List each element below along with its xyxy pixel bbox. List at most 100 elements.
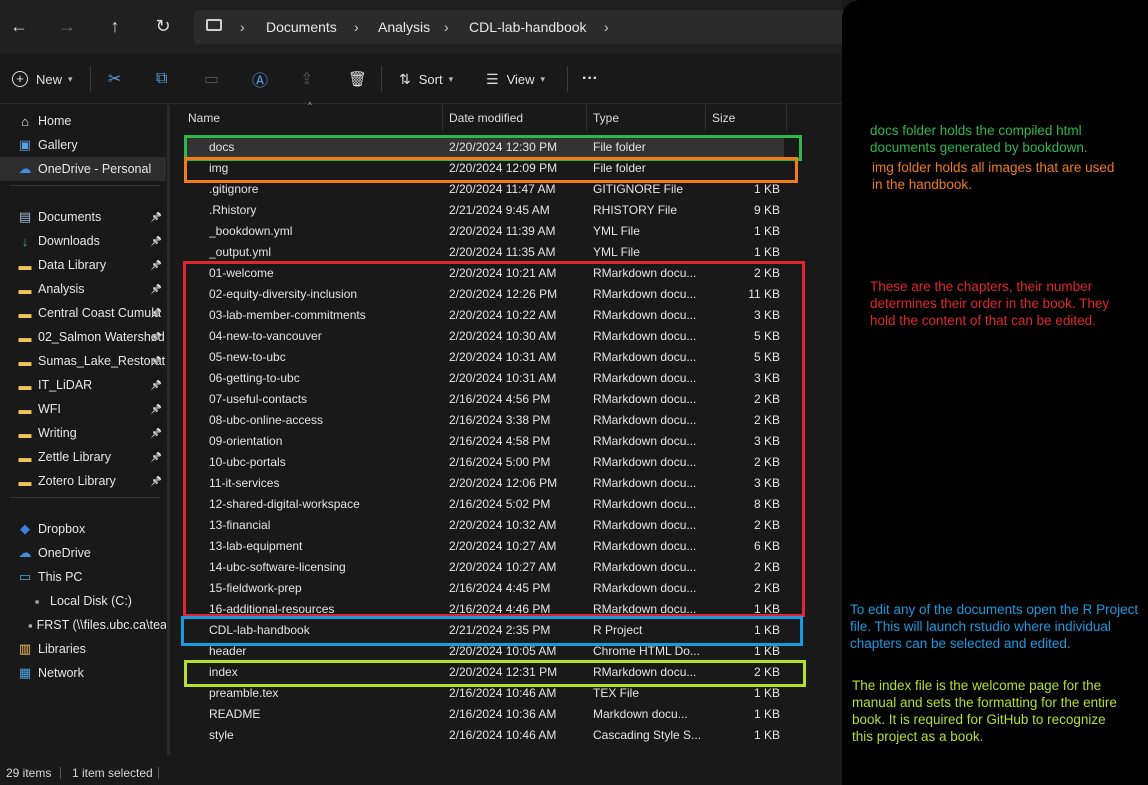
sidebar-item-writing[interactable]: ▬ Writing 📌 [0, 421, 166, 445]
sidebar-item-gallery[interactable]: ▣ Gallery [0, 133, 166, 157]
sidebar-item-02-salmon-watershed[interactable]: ▬ 02_Salmon Watershed 📌 [0, 325, 166, 349]
file-row-05-new-to-ubc[interactable]: R05-new-to-ubc2/20/2024 10:31 AMRMarkdow… [184, 347, 784, 368]
file-row-rhistory[interactable]: .Rhistory 2/21/2024 9:45 AM RHISTORY File 9… [184, 200, 784, 221]
column-header-date[interactable]: Date modified [443, 105, 587, 131]
share-button[interactable]: ⇪ [300, 65, 313, 93]
pin-icon[interactable]: 📌 [151, 332, 162, 343]
new-button[interactable]: + New ▾ [12, 65, 73, 93]
sidebar-item-dropbox[interactable]: ◆ Dropbox [0, 517, 166, 541]
paste-button[interactable]: ▭ [204, 65, 219, 93]
file-size: 2 KB [753, 392, 780, 406]
pin-icon[interactable]: 📌 [151, 308, 162, 319]
copy-button[interactable]: ⧉ [156, 65, 167, 93]
breadcrumb-cdl-lab-handbook[interactable]: CDL-lab-handbook [469, 10, 587, 44]
file-type: TEX File [593, 686, 640, 700]
sidebar-item-downloads[interactable]: ↓ Downloads 📌 [0, 229, 166, 253]
file-row-readme[interactable]: README 2/16/2024 10:36 AM Markdown docu...… [184, 704, 784, 725]
sidebar-item-network[interactable]: ▦ Network [0, 661, 166, 685]
pin-icon[interactable]: 📌 [151, 260, 162, 271]
rename-button[interactable]: Ⓐ [252, 65, 268, 93]
breadcrumb[interactable]: › Documents › Analysis › CDL-lab-handboo… [194, 10, 854, 44]
pin-icon[interactable]: 📌 [151, 476, 162, 487]
file-row-cdl-lab-handbook[interactable]: CDL-lab-handbook 2/21/2024 2:35 PM R Proje… [184, 620, 784, 641]
breadcrumb-analysis[interactable]: Analysis [378, 10, 430, 44]
sidebar-item-documents[interactable]: ▤ Documents 📌 [0, 205, 166, 229]
file-row-header[interactable]: header 2/20/2024 10:05 AM Chrome HTML Do..… [184, 641, 784, 662]
file-row-02-equity-diversity-inclusion[interactable]: R02-equity-diversity-inclusion2/20/2024 … [184, 284, 784, 305]
pin-icon[interactable]: 📌 [151, 212, 162, 223]
file-row-img[interactable]: img 2/20/2024 12:09 PM File folder [184, 158, 784, 179]
cut-button[interactable]: ✂ [108, 65, 121, 93]
file-row-12-shared-digital-workspace[interactable]: R12-shared-digital-workspace2/16/2024 5:… [184, 494, 784, 515]
sidebar-item-zettle-library[interactable]: ▬ Zettle Library 📌 [0, 445, 166, 469]
pane-divider[interactable] [167, 105, 170, 755]
file-name: README [209, 707, 261, 721]
pin-icon[interactable]: 📌 [151, 284, 162, 295]
sort-button[interactable]: ⇅ Sort ▾ [399, 65, 453, 93]
sidebar-item-onedrive-personal[interactable]: ☁ OneDrive - Personal [0, 157, 166, 181]
file-row-16-additional-resources[interactable]: R16-additional-resources2/16/2024 4:46 P… [184, 599, 784, 620]
file-type: GITIGNORE File [593, 182, 684, 196]
breadcrumb-documents[interactable]: Documents [266, 10, 337, 44]
sidebar-item-zotero-library[interactable]: ▬ Zotero Library 📌 [0, 469, 166, 493]
documents-icon: ▤ [18, 209, 32, 224]
pin-icon[interactable]: 📌 [151, 452, 162, 463]
back-button[interactable]: ← [5, 12, 33, 40]
sidebar-item-onedrive[interactable]: ☁ OneDrive [0, 541, 166, 565]
file-row-gitignore[interactable]: .gitignore 2/20/2024 11:47 AM GITIGNORE Fi… [184, 179, 784, 200]
file-row-bookdown-yml[interactable]: _bookdown.yml 2/20/2024 11:39 AM YML File 1… [184, 221, 784, 242]
file-row-15-fieldwork-prep[interactable]: R15-fieldwork-prep2/16/2024 4:45 PMRMark… [184, 578, 784, 599]
sidebar-item-libraries[interactable]: ▥ Libraries [0, 637, 166, 661]
file-name: 07-useful-contacts [209, 392, 308, 406]
file-size: 1 KB [753, 707, 780, 721]
folder-icon: ▬ [18, 353, 32, 369]
sidebar-item-wfi[interactable]: ▬ WFI 📌 [0, 397, 166, 421]
file-row-preamble-tex[interactable]: preamble.tex 2/16/2024 10:46 AM TEX File 1 … [184, 683, 784, 704]
pin-icon[interactable]: 📌 [151, 236, 162, 247]
pin-icon[interactable]: 📌 [151, 428, 162, 439]
file-row-03-lab-member-commitments[interactable]: R03-lab-member-commitments2/20/2024 10:2… [184, 305, 784, 326]
sidebar-item-sumas-lake-restorat[interactable]: ▬ Sumas_Lake_Restorat 📌 [0, 349, 166, 373]
file-row-13-lab-equipment[interactable]: R13-lab-equipment2/20/2024 10:27 AMRMark… [184, 536, 784, 557]
sidebar-item-this-pc[interactable]: ▭ This PC [0, 565, 166, 589]
sidebar-item-central-coast-cumula[interactable]: ▬ Central Coast Cumula 📌 [0, 301, 166, 325]
pin-icon[interactable]: 📌 [151, 404, 162, 415]
column-header-type[interactable]: Type [587, 105, 706, 131]
file-row-14-ubc-software-licensing[interactable]: R14-ubc-software-licensing2/20/2024 10:2… [184, 557, 784, 578]
delete-button[interactable]: 🗑 [348, 65, 367, 93]
file-type: Cascading Style S... [593, 728, 702, 742]
file-row-output-yml[interactable]: _output.yml 2/20/2024 11:35 AM YML File 1 K… [184, 242, 784, 263]
file-size: 6 KB [753, 539, 780, 553]
up-button[interactable]: ↑ [101, 12, 129, 40]
refresh-button[interactable]: ↻ [149, 12, 177, 40]
pin-icon[interactable]: 📌 [151, 380, 162, 391]
column-header-name[interactable]: Name [182, 105, 443, 131]
sidebar-item-data-library[interactable]: ▬ Data Library 📌 [0, 253, 166, 277]
file-row-09-orientation[interactable]: R09-orientation2/16/2024 4:58 PMRMarkdow… [184, 431, 784, 452]
view-button[interactable]: ☰ View ▾ [486, 65, 545, 93]
file-row-04-new-to-vancouver[interactable]: R04-new-to-vancouver2/20/2024 10:30 AMRM… [184, 326, 784, 347]
forward-button[interactable]: → [53, 12, 81, 40]
sidebar-item-home[interactable]: ⌂ Home [0, 109, 166, 133]
file-size: 2 KB [753, 455, 780, 469]
chevron-down-icon: ▾ [448, 73, 454, 84]
more-options-button[interactable]: ··· [582, 65, 598, 93]
file-row-10-ubc-portals[interactable]: R10-ubc-portals2/16/2024 5:00 PMRMarkdow… [184, 452, 784, 473]
column-header-size[interactable]: Size [706, 105, 787, 131]
file-row-01-welcome[interactable]: R01-welcome2/20/2024 10:21 AMRMarkdown d… [184, 263, 784, 284]
sidebar-item-local-disk-c[interactable]: ▪ Local Disk (C:) [0, 589, 166, 613]
file-row-06-getting-to-ubc[interactable]: R06-getting-to-ubc2/20/2024 10:31 AMRMar… [184, 368, 784, 389]
file-row-style[interactable]: style 2/16/2024 10:46 AM Cascading Style S… [184, 725, 784, 746]
pin-icon[interactable]: 📌 [151, 356, 162, 367]
file-row-11-it-services[interactable]: R11-it-services2/20/2024 12:06 PMRMarkdo… [184, 473, 784, 494]
file-row-docs[interactable]: docs 2/20/2024 12:30 PM File folder [184, 137, 784, 158]
file-row-13-financial[interactable]: R13-financial2/20/2024 10:32 AMRMarkdown… [184, 515, 784, 536]
sidebar-item-analysis[interactable]: ▬ Analysis 📌 [0, 277, 166, 301]
file-row-index[interactable]: Rindex2/20/2024 12:31 PMRMarkdown docu..… [184, 662, 784, 683]
file-row-08-ubc-online-access[interactable]: R08-ubc-online-access2/16/2024 3:38 PMRM… [184, 410, 784, 431]
sidebar-item-label: Writing [38, 426, 77, 440]
sidebar-item-it-lidar[interactable]: ▬ IT_LiDAR 📌 [0, 373, 166, 397]
file-type: RMarkdown docu... [593, 287, 697, 301]
file-row-07-useful-contacts[interactable]: R07-useful-contacts2/16/2024 4:56 PMRMar… [184, 389, 784, 410]
sidebar-item-frst-files-ubc-ca-tea[interactable]: ▪ FRST (\\files.ubc.ca\tea [0, 613, 166, 637]
